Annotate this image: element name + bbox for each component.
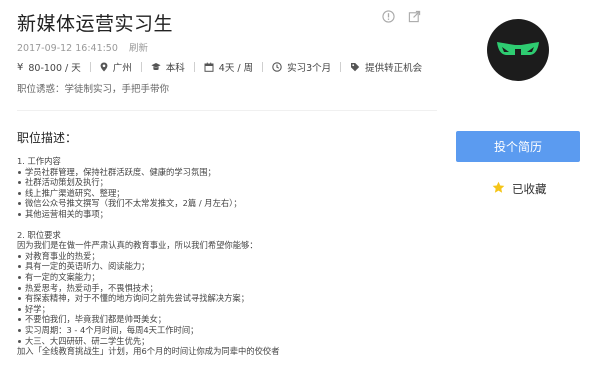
list-item: 不要怕我们，毕竟我们都是帅哥美女； (17, 314, 437, 325)
section-title: 1. 工作内容 (17, 156, 61, 166)
list-item: 线上推广渠道研究、整理； (17, 188, 437, 199)
divider (140, 62, 142, 72)
divider (89, 62, 91, 72)
divider (262, 62, 264, 72)
education-value: 本科 (165, 63, 185, 74)
job-title: 新媒体运营实习生 (17, 13, 174, 35)
duration-value: 实习3个月 (287, 63, 332, 74)
list-item: 有一定的文案能力； (17, 272, 437, 283)
clock-icon (272, 62, 282, 72)
list-item: 社群活动策划及执行； (17, 177, 437, 188)
description-heading: 职位描述： (17, 131, 78, 145)
title-actions (381, 9, 421, 23)
list-item: 其他运营相关的事项； (17, 209, 437, 220)
job-lure: 职位诱惑：学徒制实习，手把手带你 (17, 84, 170, 95)
post-meta: 2017-09-12 16:41:50 刷新 (17, 40, 148, 54)
list-item: 具有一定的英语听力、阅读能力； (17, 261, 437, 272)
days-tag: 4天 / 周 (204, 60, 253, 74)
owl-mask-icon (497, 42, 539, 55)
refresh-link[interactable]: 刷新 (129, 43, 148, 54)
list-item: 实习周期：3 - 4个月时间，每周4天工作时间； (17, 325, 437, 336)
list-item: 有探索精神，对于不懂的地方询问之前先尝试寻找解决方案； (17, 293, 437, 304)
conversion-value: 提供转正机会 (365, 63, 423, 74)
salary-tag: ¥ 80-100 / 天 (17, 60, 81, 75)
graduation-cap-icon (151, 62, 161, 72)
job-description: 1. 工作内容 学员社群管理，保持社群活跃度、健康的学习氛围； 社群活动策划及执… (17, 156, 437, 357)
section-divider (17, 110, 437, 111)
report-icon[interactable] (381, 9, 395, 23)
job-tags: ¥ 80-100 / 天 广州 本科 4天 / 周 实习3个月 提供转正机会 (17, 60, 422, 75)
yen-icon: ¥ (17, 61, 24, 73)
list-item: 对教育事业的热爱； (17, 251, 437, 262)
calendar-icon (204, 62, 214, 72)
list-item: 微信公众号推文撰写（我们不太常发推文，2篇 / 月左右）； (17, 198, 437, 209)
company-logo[interactable] (487, 19, 549, 81)
favorite-label: 已收藏 (512, 182, 547, 196)
location-pin-icon (100, 62, 108, 72)
city-tag: 广州 (100, 60, 132, 74)
tag-icon (350, 62, 360, 72)
list-item: 热爱思考，热爱动手，不畏惧技术； (17, 283, 437, 294)
apply-button[interactable]: 投个简历 (456, 131, 580, 162)
list-item: 学员社群管理，保持社群活跃度、健康的学习氛围； (17, 167, 437, 178)
education-tag: 本科 (151, 60, 185, 74)
divider (340, 62, 342, 72)
star-icon (492, 181, 505, 197)
divider (193, 62, 195, 72)
section-title: 2. 职位要求 (17, 229, 61, 240)
days-value: 4天 / 周 (218, 63, 254, 74)
favorite-button[interactable]: 已收藏 (492, 181, 547, 197)
city-value: 广州 (112, 63, 132, 74)
section-intro: 因为我们是在做一件严肃认真的教育事业，所以我们希望你能够： (17, 240, 258, 251)
conversion-tag: 提供转正机会 (350, 60, 422, 74)
share-icon[interactable] (407, 9, 421, 23)
description-footer: 加入「全线教育挑战生」计划，用6个月的时间让你成为同辈中的佼佼者 (17, 346, 280, 357)
list-item: 好学； (17, 304, 437, 315)
duration-tag: 实习3个月 (272, 60, 331, 74)
list-item: 大三、大四研研、研二学生优先； (17, 336, 437, 347)
salary-value: 80-100 / 天 (28, 63, 81, 74)
post-timestamp: 2017-09-12 16:41:50 (17, 43, 118, 54)
